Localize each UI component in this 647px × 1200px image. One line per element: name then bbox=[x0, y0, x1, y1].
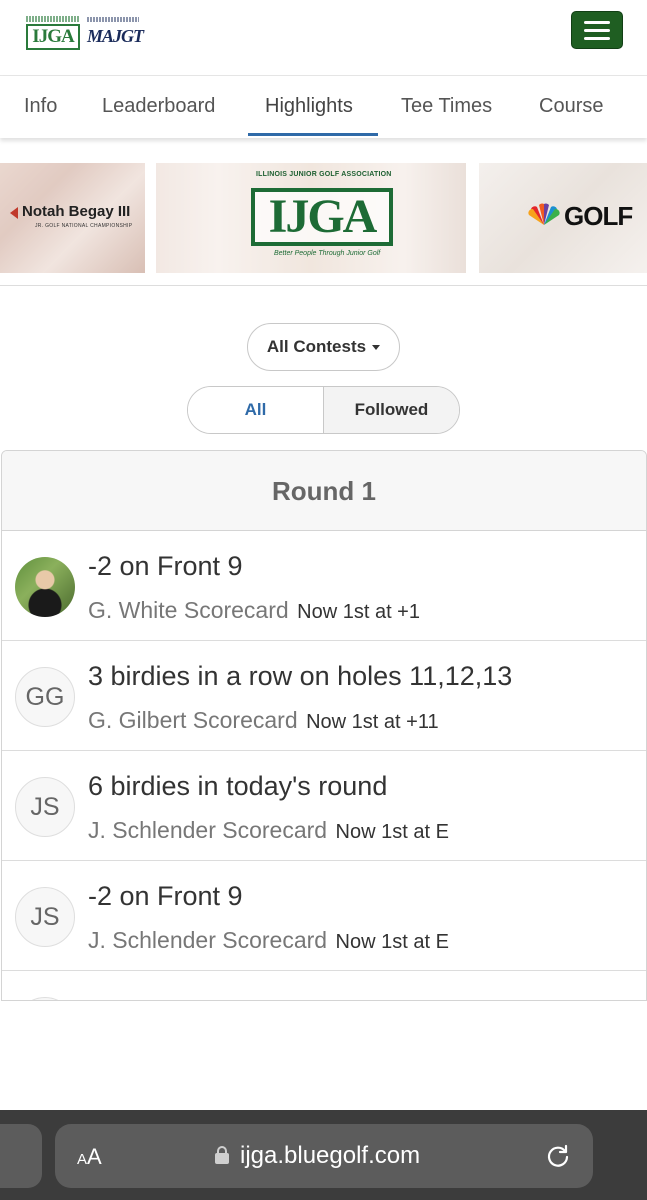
text-size-button[interactable]: AA bbox=[77, 1144, 102, 1170]
highlights-panel: Round 1 -2 on Front 9 G. White Scorecard… bbox=[1, 450, 647, 1001]
player-avatar-photo[interactable] bbox=[15, 557, 75, 617]
tab-bar: Info Leaderboard Highlights Tee Times Co… bbox=[0, 76, 647, 138]
tab-course[interactable]: Course bbox=[539, 76, 603, 136]
reload-icon[interactable] bbox=[545, 1143, 571, 1169]
sponsor-notah-begay[interactable]: Notah Begay III JR. GOLF NATIONAL CHAMPI… bbox=[0, 163, 145, 273]
player-avatar-initials[interactable]: JS bbox=[15, 887, 75, 947]
ijga-logo[interactable]: IJGA bbox=[26, 24, 80, 50]
previous-tab-pill[interactable] bbox=[0, 1124, 42, 1188]
sponsor-ijga[interactable]: ILLINOIS JUNIOR GOLF ASSOCIATION IJGA Be… bbox=[156, 163, 466, 273]
tab-highlights[interactable]: Highlights bbox=[265, 76, 353, 136]
player-avatar-initials[interactable]: GG bbox=[15, 667, 75, 727]
position-status: Now 1st at +1 bbox=[297, 601, 420, 623]
scorecard-link[interactable]: G. White Scorecard bbox=[88, 597, 289, 623]
position-status: Now 1st at E bbox=[335, 931, 449, 953]
majgt-logo-decoration bbox=[87, 17, 139, 22]
notah-logo-mark-icon bbox=[10, 207, 18, 219]
round-heading: Round 1 bbox=[2, 451, 646, 531]
highlight-title: -2 on Front 9 bbox=[88, 551, 243, 581]
menu-button[interactable] bbox=[571, 11, 623, 49]
position-status: Now 1st at E bbox=[335, 821, 449, 843]
position-status: Now 1st at +11 bbox=[306, 711, 439, 733]
scorecard-link[interactable]: G. Gilbert Scorecard bbox=[88, 707, 298, 733]
tab-info[interactable]: Info bbox=[24, 76, 57, 136]
sponsor-ijga-top: ILLINOIS JUNIOR GOLF ASSOCIATION bbox=[256, 171, 392, 178]
highlight-row[interactable]: JS -2 on Front 9 J. Schlender Scorecard … bbox=[2, 861, 646, 971]
player-avatar-initials[interactable] bbox=[15, 997, 75, 1000]
highlight-title: 3 birdies in a row on holes 11,12,13 bbox=[88, 661, 513, 691]
ijga-logo-decoration bbox=[26, 16, 80, 22]
scorecard-link[interactable]: J. Schlender Scorecard bbox=[88, 927, 327, 953]
nbc-peacock-icon bbox=[528, 203, 560, 225]
address-bar[interactable]: AA ijga.bluegolf.com bbox=[55, 1124, 593, 1188]
contest-dropdown-label: All Contests bbox=[266, 337, 367, 356]
sponsor-notah-sub: JR. GOLF NATIONAL CHAMPIONSHIP bbox=[35, 223, 133, 229]
lock-icon bbox=[215, 1146, 229, 1164]
sponsor-nbc-golf[interactable]: GOLF bbox=[479, 163, 647, 273]
highlight-row-partial[interactable] bbox=[2, 971, 646, 1000]
scorecard-link[interactable]: J. Schlender Scorecard bbox=[88, 817, 327, 843]
caret-down-icon bbox=[372, 344, 381, 350]
highlight-row[interactable]: GG 3 birdies in a row on holes 11,12,13 … bbox=[2, 641, 646, 751]
url-text[interactable]: ijga.bluegolf.com bbox=[240, 1142, 420, 1170]
browser-toolbar: AA ijga.bluegolf.com bbox=[0, 1110, 647, 1200]
player-avatar-initials[interactable]: JS bbox=[15, 777, 75, 837]
highlight-row[interactable]: JS 6 birdies in today's round J. Schlend… bbox=[2, 751, 646, 861]
filter-followed-button[interactable]: Followed bbox=[323, 387, 459, 433]
sponsor-ijga-tagline: Better People Through Junior Golf bbox=[274, 250, 381, 257]
highlight-title: 6 birdies in today's round bbox=[88, 771, 388, 801]
contest-dropdown[interactable]: All Contests bbox=[247, 323, 400, 371]
hamburger-icon bbox=[584, 20, 610, 24]
highlight-row[interactable]: -2 on Front 9 G. White Scorecard Now 1st… bbox=[2, 531, 646, 641]
follow-filter-toggle: All Followed bbox=[187, 386, 460, 434]
sponsor-notah-name: Notah Begay III bbox=[22, 203, 131, 220]
sponsor-ijga-logo: IJGA bbox=[251, 188, 393, 246]
tab-tee-times[interactable]: Tee Times bbox=[401, 76, 492, 136]
majgt-logo[interactable]: MAJGT bbox=[87, 26, 144, 47]
active-tab-indicator bbox=[248, 133, 378, 136]
divider bbox=[0, 285, 647, 286]
sponsor-carousel[interactable]: Notah Begay III JR. GOLF NATIONAL CHAMPI… bbox=[0, 163, 647, 273]
highlight-title: -2 on Front 9 bbox=[88, 881, 243, 911]
filter-all-button[interactable]: All bbox=[188, 387, 323, 433]
tab-leaderboard[interactable]: Leaderboard bbox=[102, 76, 215, 136]
sponsor-nbc-golf-text: GOLF bbox=[564, 201, 633, 231]
site-header: IJGA MAJGT bbox=[0, 0, 647, 76]
